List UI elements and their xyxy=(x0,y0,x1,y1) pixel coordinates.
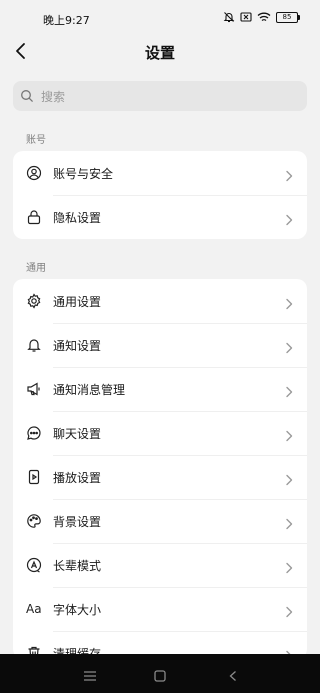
elder-mode-icon xyxy=(26,557,42,573)
general-card: 通用设置 通知设置 通知消息管理 聊天设置 播放设置 背景设置 长辈模式 Aa … xyxy=(13,279,307,659)
chat-bubble-icon xyxy=(26,425,42,441)
settings-item-privacy[interactable]: 隐私设置 xyxy=(13,195,307,239)
back-triangle-icon[interactable] xyxy=(228,667,238,686)
search-box[interactable] xyxy=(13,81,307,113)
settings-item-chat[interactable]: 聊天设置 xyxy=(13,411,307,455)
chevron-right-icon xyxy=(285,211,293,230)
settings-item-label: 账号与安全 xyxy=(53,166,114,181)
search-input[interactable] xyxy=(39,81,293,113)
nav-bar: 设置 xyxy=(0,36,320,68)
status-bar: 晚上9:27 85 xyxy=(0,0,320,36)
settings-item-background[interactable]: 背景设置 xyxy=(13,499,307,543)
chevron-right-icon xyxy=(285,295,293,314)
status-time: 晚上9:27 xyxy=(43,14,90,27)
chevron-right-icon xyxy=(285,471,293,490)
play-device-icon xyxy=(26,469,42,485)
menu-icon[interactable] xyxy=(83,667,97,686)
settings-item-label: 通知设置 xyxy=(53,338,102,353)
settings-item-notification-messages[interactable]: 通知消息管理 xyxy=(13,367,307,411)
wifi-icon xyxy=(257,12,271,23)
settings-item-font-size[interactable]: Aa 字体大小 xyxy=(13,587,307,631)
settings-item-notifications[interactable]: 通知设置 xyxy=(13,323,307,367)
page-title: 设置 xyxy=(144,44,175,62)
chevron-right-icon xyxy=(285,603,293,622)
palette-icon xyxy=(26,513,42,529)
status-icons: 85 xyxy=(223,11,300,23)
system-nav-bar xyxy=(0,654,320,693)
settings-item-label: 背景设置 xyxy=(53,514,102,529)
megaphone-icon xyxy=(26,381,42,397)
settings-item-general[interactable]: 通用设置 xyxy=(13,279,307,323)
settings-item-elder-mode[interactable]: 长辈模式 xyxy=(13,543,307,587)
section-header-general: 通用 xyxy=(26,263,46,274)
account-card: 账号与安全 隐私设置 xyxy=(13,151,307,239)
section-header-account: 账号 xyxy=(26,135,46,146)
chevron-right-icon xyxy=(285,427,293,446)
chevron-right-icon xyxy=(285,167,293,186)
settings-item-account-security[interactable]: 账号与安全 xyxy=(13,151,307,195)
lock-icon xyxy=(26,209,42,225)
bell-icon xyxy=(26,337,42,353)
battery-icon: 85 xyxy=(276,11,300,23)
settings-item-label: 通知消息管理 xyxy=(53,382,126,397)
settings-item-label: 长辈模式 xyxy=(53,558,102,573)
settings-item-label: 字体大小 xyxy=(53,602,102,617)
settings-item-label: 隐私设置 xyxy=(53,210,102,225)
chevron-right-icon xyxy=(285,515,293,534)
settings-item-label: 播放设置 xyxy=(53,470,102,485)
gear-icon xyxy=(26,293,42,309)
chevron-right-icon xyxy=(285,339,293,358)
user-circle-icon xyxy=(26,165,42,181)
font-size-icon: Aa xyxy=(26,602,42,616)
settings-item-playback[interactable]: 播放设置 xyxy=(13,455,307,499)
chevron-right-icon xyxy=(285,383,293,402)
chevron-right-icon xyxy=(285,559,293,578)
mute-bell-icon xyxy=(223,11,235,23)
sim-x-icon xyxy=(240,11,252,23)
settings-item-label: 通用设置 xyxy=(53,294,102,309)
settings-item-label: 聊天设置 xyxy=(53,426,102,441)
home-square-icon[interactable] xyxy=(154,667,166,686)
